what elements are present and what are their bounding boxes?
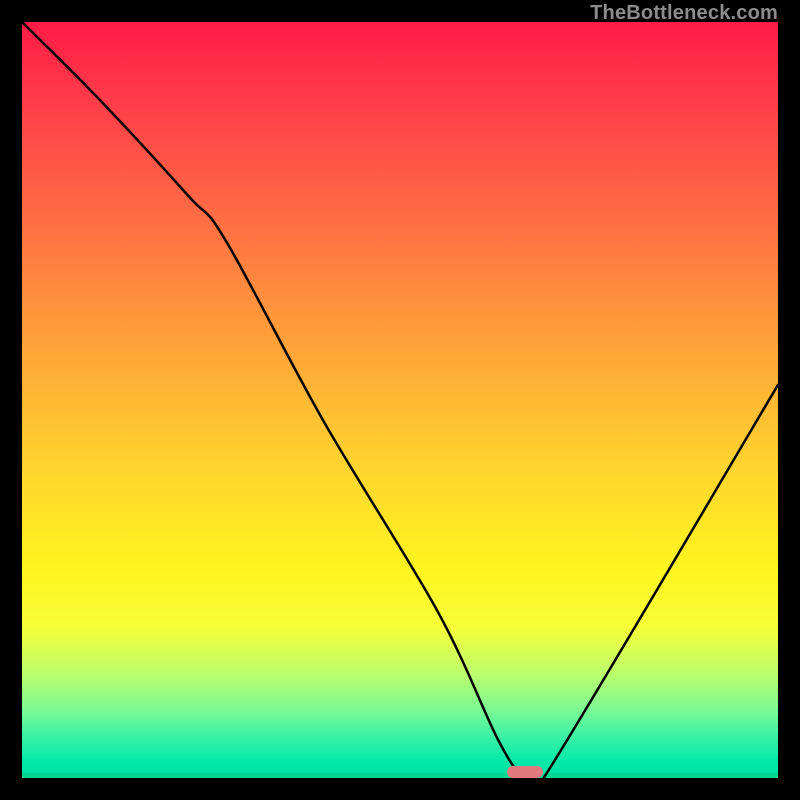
- chart-frame: TheBottleneck.com: [0, 0, 800, 800]
- plot-area: [22, 22, 778, 778]
- bottleneck-curve: [22, 22, 778, 778]
- optimal-marker: [507, 766, 543, 778]
